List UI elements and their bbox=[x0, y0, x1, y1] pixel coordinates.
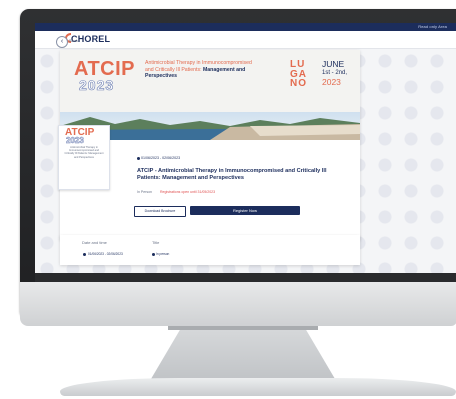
banner-year: 2023 bbox=[79, 77, 115, 94]
info-header-title: Title bbox=[152, 240, 160, 245]
registration-status: Registrations open until 31/05/2023 bbox=[160, 190, 216, 194]
event-type: In Person bbox=[137, 190, 152, 194]
banner-date-line: JUNE bbox=[322, 59, 345, 69]
info-header-date: Date and time bbox=[82, 240, 107, 245]
topbar-link[interactable]: Read only Area bbox=[418, 24, 447, 29]
back-label[interactable]: Back bbox=[69, 38, 78, 43]
banner-acronym: ATCIP bbox=[74, 58, 136, 80]
banner-location: LU GA NO bbox=[290, 60, 307, 89]
info-value-date: 01/06/2023 - 02/06/2023 bbox=[88, 252, 123, 256]
calendar-icon bbox=[83, 253, 86, 256]
screen-bottom-bezel bbox=[35, 273, 456, 282]
event-title: ATCIP - Antimicrobial Therapy in Immunoc… bbox=[137, 168, 327, 181]
monitor-stand-neck bbox=[148, 326, 338, 384]
back-button[interactable]: ‹ bbox=[56, 36, 68, 48]
monitor-chin bbox=[20, 282, 456, 326]
top-bar: Read only Area bbox=[35, 23, 456, 31]
calendar-icon bbox=[137, 157, 140, 160]
banner-subtitle: Antimicrobial Therapy in Immunocompromis… bbox=[145, 60, 255, 80]
download-brochure-button[interactable]: Download Brochure bbox=[134, 206, 186, 217]
location-line: NO bbox=[290, 78, 307, 89]
banner-date-line: 2023 bbox=[322, 77, 341, 87]
register-now-button[interactable]: Register Now bbox=[190, 206, 300, 215]
monitor-stand-shadow bbox=[168, 326, 318, 330]
event-date: 01/06/2023 - 02/06/2023 bbox=[141, 156, 181, 160]
thumbnail-year: 2023 bbox=[66, 136, 84, 146]
monitor-stand-base bbox=[60, 378, 456, 396]
thumbnail-caption: Antimicrobial Therapy in Immunocompromis… bbox=[64, 146, 104, 159]
banner-dates: JUNE 1st - 2nd, 2023 bbox=[322, 60, 347, 87]
location-icon bbox=[152, 253, 155, 256]
info-value-title: In person bbox=[156, 252, 170, 256]
